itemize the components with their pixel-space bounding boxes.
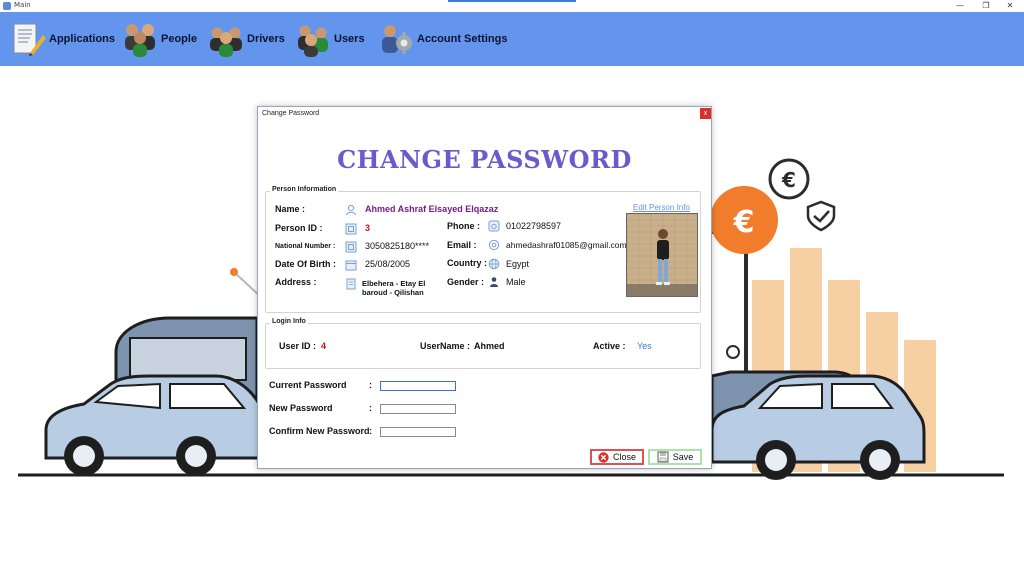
euro-symbol-orange: € [733,205,755,240]
person-icon [346,204,356,216]
new-password-input[interactable] [380,404,456,414]
username-label: UserName : [420,341,471,351]
login-info-group-label: Login Info [270,318,308,325]
euro-symbol-dark: € [781,168,796,192]
main-window: Main — ❐ ✕ Applications People Drivers U… [0,0,1024,576]
gender-label: Gender : [447,277,485,287]
email-value: ahmedashraf01085@gmail.com [506,240,627,250]
new-password-colon: : [369,403,372,413]
country-value: Egypt [506,259,530,269]
drivers-group-icon [210,27,242,57]
page-title: CHANGE PASSWORD [337,145,632,174]
user-id-value: 4 [321,341,327,351]
edit-person-info-link[interactable]: Edit Person Info [633,203,690,212]
dialog-title: Change Password [262,110,320,117]
person-info-group: Person Information Name : Ahmed Ashraf E… [265,186,701,313]
confirm-password-colon: : [369,426,372,436]
phone-value: 01022798597 [506,221,562,231]
address-document-icon [346,278,356,290]
email-label: Email : [447,240,477,250]
person-photo-image [627,214,697,296]
country-label: Country : [447,258,487,268]
main-toolbar: Applications People Drivers Users Accoun… [0,12,1024,66]
gender-value: Male [506,277,526,287]
id-card-icon [345,223,357,235]
username-value: Ahmed [474,341,505,351]
current-password-label: Current Password [269,380,347,390]
account-settings-icon [382,25,412,54]
dialog-titlebar: Change Password x [258,107,711,121]
name-label: Name : [275,204,306,214]
person-info-group-label: Person Information [270,186,339,193]
close-button[interactable]: Close [590,449,644,465]
toolbar-item-account-settings[interactable]: Account Settings [378,12,507,66]
toolbar-item-applications[interactable]: Applications [10,12,115,66]
current-password-input[interactable] [380,381,456,391]
name-value: Ahmed Ashraf Elsayed Elqazaz [365,204,499,214]
toolbar-item-people[interactable]: People [122,12,197,66]
user-id-label: User ID : [279,341,317,351]
globe-icon [488,258,500,270]
date-of-birth-label: Date Of Birth : [275,259,337,269]
phone-label: Phone : [447,221,480,231]
people-group-icon [125,24,155,57]
email-icon [488,239,500,251]
person-photo [626,213,698,297]
male-icon [490,277,498,287]
confirm-password-label: Confirm New Password [269,426,370,436]
toolbar-label-applications: Applications [49,33,116,45]
close-button-label: Close [612,452,636,462]
national-id-icon [345,241,357,253]
national-number-label: National Number : [275,243,336,250]
toolbar-item-drivers[interactable]: Drivers [208,12,285,66]
floppy-disk-icon [657,451,669,463]
person-id-label: Person ID : [275,223,323,233]
toolbar-label-users: Users [334,33,365,45]
dialog-close-button[interactable]: x [700,108,711,119]
window-close-button[interactable]: ✕ [996,0,1024,12]
toolbar-label-drivers: Drivers [247,33,285,45]
change-password-dialog: Change Password x CHANGE PASSWORD Person… [257,106,712,469]
current-password-colon: : [369,380,372,390]
close-circle-icon [598,451,609,463]
app-icon [3,2,11,10]
phone-icon [488,220,500,232]
address-value-line1: Elbehera - Etay El [362,279,426,288]
save-button-label: Save [672,452,694,462]
new-password-label: New Password [269,403,333,413]
person-id-value: 3 [365,223,371,233]
toolbar-label-people: People [161,33,198,45]
toolbar-label-account-settings: Account Settings [417,33,508,45]
window-title: Main [14,1,31,9]
users-group-icon [298,25,328,57]
window-titlebar: Main — ❐ ✕ [0,0,1024,12]
national-number-value: 3050825180**** [365,241,430,251]
address-label: Address : [275,277,317,287]
titlebar-accent [448,0,576,2]
confirm-password-input[interactable] [380,427,456,437]
login-info-group: Login Info User ID : 4 UserName : Ahmed … [265,318,701,369]
active-label: Active : [593,341,626,351]
date-of-birth-value: 25/08/2005 [365,259,411,269]
minimize-button[interactable]: — [946,0,974,12]
active-value: Yes [637,341,652,351]
toolbar-item-users[interactable]: Users [295,12,365,66]
save-button[interactable]: Save [648,449,702,465]
document-pen-icon [13,23,46,56]
address-value-line2: baroud - Qilishan [362,288,424,297]
calendar-icon [345,260,357,271]
